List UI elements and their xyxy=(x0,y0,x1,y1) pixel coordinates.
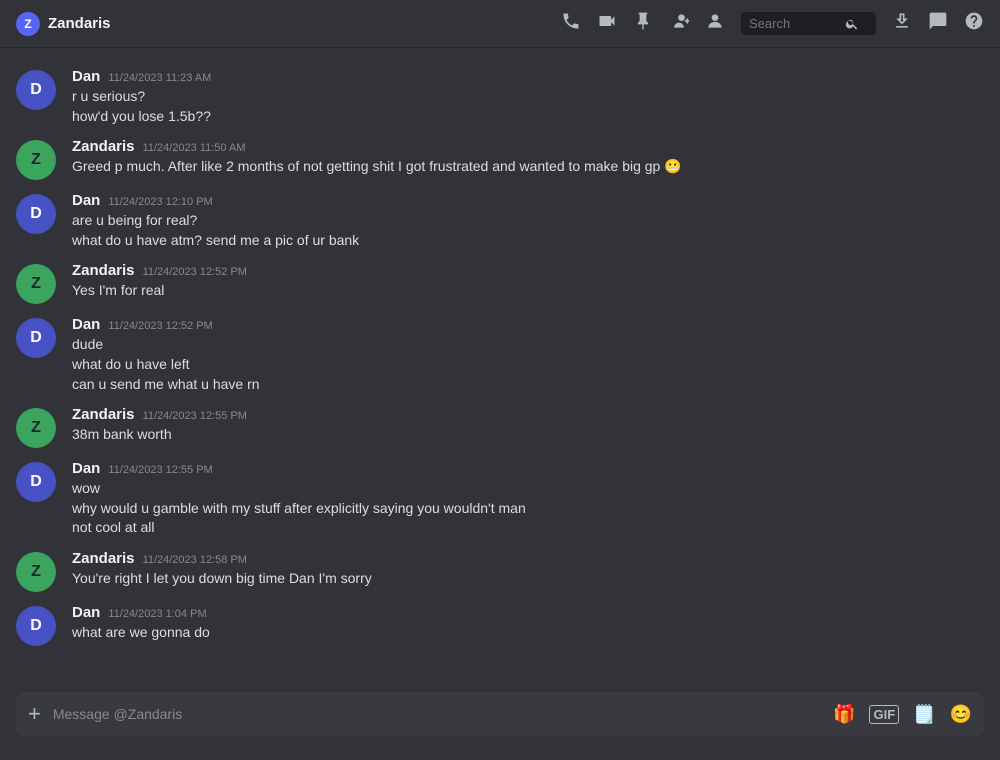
add-attachment-button[interactable]: + xyxy=(28,703,41,725)
message-header: Dan 11/24/2023 12:55 PM xyxy=(72,460,984,477)
avatar: Z xyxy=(16,552,56,592)
message-text: are u being for real? xyxy=(72,211,984,231)
input-action-icons: 🎁 GIF 🗒️ 😊 xyxy=(833,704,972,725)
message-group: Z Zandaris 11/24/2023 11:50 AM Greed p much… xyxy=(0,134,1000,184)
author-name: Dan xyxy=(72,460,100,477)
message-group: Z Zandaris 11/24/2023 12:58 PM You're right… xyxy=(0,546,1000,596)
gift-icon[interactable]: 🎁 xyxy=(833,704,855,725)
gif-icon[interactable]: GIF xyxy=(869,705,899,724)
message-content: Dan 11/24/2023 12:52 PM dudewhat do u have… xyxy=(72,316,984,394)
message-text: not cool at all xyxy=(72,518,984,538)
pin-icon[interactable] xyxy=(633,11,653,36)
message-group: D Dan 11/24/2023 11:23 AM r u serious?how'd… xyxy=(0,64,1000,130)
author-name: Dan xyxy=(72,68,100,85)
channel-name: Zandaris xyxy=(48,15,111,32)
message-text: what do u have atm? send me a pic of ur … xyxy=(72,231,984,251)
message-timestamp: 11/24/2023 12:58 PM xyxy=(143,554,247,566)
message-header: Dan 11/24/2023 1:04 PM xyxy=(72,604,984,621)
message-timestamp: 11/24/2023 12:52 PM xyxy=(143,266,247,278)
message-content: Zandaris 11/24/2023 11:50 AM Greed p much.… xyxy=(72,138,984,180)
profile-icon[interactable] xyxy=(705,11,725,36)
avatar: D xyxy=(16,462,56,502)
message-group: D Dan 11/24/2023 12:55 PM wowwhy would u ga… xyxy=(0,456,1000,542)
avatar: D xyxy=(16,318,56,358)
author-name: Zandaris xyxy=(72,262,135,279)
sticker-icon[interactable]: 🗒️ xyxy=(913,704,935,725)
message-content: Zandaris 11/24/2023 12:58 PM You're right … xyxy=(72,550,984,592)
message-content: Dan 11/24/2023 12:10 PM are u being for re… xyxy=(72,192,984,250)
message-timestamp: 11/24/2023 1:04 PM xyxy=(108,608,206,620)
message-text: r u serious? xyxy=(72,87,984,107)
message-text: what are we gonna do xyxy=(72,623,984,643)
video-icon[interactable] xyxy=(597,11,617,36)
messages-area: D Dan 11/24/2023 11:23 AM r u serious?how'd… xyxy=(0,48,1000,692)
search-box[interactable] xyxy=(741,12,876,35)
avatar: D xyxy=(16,194,56,234)
author-name: Zandaris xyxy=(72,138,135,155)
message-input-box: + 🎁 GIF 🗒️ 😊 xyxy=(16,692,984,736)
message-timestamp: 11/24/2023 12:52 PM xyxy=(108,320,212,332)
message-header: Dan 11/24/2023 12:52 PM xyxy=(72,316,984,333)
message-header: Zandaris 11/24/2023 12:58 PM xyxy=(72,550,984,567)
message-header: Zandaris 11/24/2023 11:50 AM xyxy=(72,138,984,155)
message-text: You're right I let you down big time Dan… xyxy=(72,569,984,589)
author-name: Zandaris xyxy=(72,406,135,423)
message-group: D Dan 11/24/2023 12:52 PM dudewhat do u hav… xyxy=(0,312,1000,398)
avatar: D xyxy=(16,70,56,110)
avatar: D xyxy=(16,606,56,646)
call-icon[interactable] xyxy=(561,11,581,36)
message-group: Z Zandaris 11/24/2023 12:55 PM 38m bank wor… xyxy=(0,402,1000,452)
message-header: Zandaris 11/24/2023 12:55 PM xyxy=(72,406,984,423)
message-timestamp: 11/24/2023 12:55 PM xyxy=(143,410,247,422)
message-text: Yes I'm for real xyxy=(72,281,984,301)
message-content: Dan 11/24/2023 1:04 PM what are we gonna d… xyxy=(72,604,984,646)
message-timestamp: 11/24/2023 12:55 PM xyxy=(108,464,212,476)
help-icon[interactable] xyxy=(964,11,984,36)
add-friend-icon[interactable] xyxy=(669,11,689,36)
avatar: Z xyxy=(16,408,56,448)
message-text: what do u have left xyxy=(72,355,984,375)
message-text: 38m bank worth xyxy=(72,425,984,445)
message-input[interactable] xyxy=(53,706,821,722)
download-icon[interactable] xyxy=(892,11,912,36)
avatar: Z xyxy=(16,264,56,304)
message-group: D Dan 11/24/2023 1:04 PM what are we gonna … xyxy=(0,600,1000,650)
message-content: Dan 11/24/2023 11:23 AM r u serious?how'd … xyxy=(72,68,984,126)
input-area: + 🎁 GIF 🗒️ 😊 xyxy=(0,692,1000,760)
avatar: Z xyxy=(16,140,56,180)
message-content: Zandaris 11/24/2023 12:52 PM Yes I'm for r… xyxy=(72,262,984,304)
header-icons xyxy=(561,11,984,36)
channel-header: Z Zandaris xyxy=(0,0,1000,48)
message-text: why would u gamble with my stuff after e… xyxy=(72,499,984,519)
message-timestamp: 11/24/2023 11:23 AM xyxy=(108,72,211,84)
author-name: Dan xyxy=(72,192,100,209)
message-timestamp: 11/24/2023 11:50 AM xyxy=(143,142,246,154)
message-text: wow xyxy=(72,479,984,499)
message-group: D Dan 11/24/2023 12:10 PM are u being for r… xyxy=(0,188,1000,254)
author-name: Zandaris xyxy=(72,550,135,567)
message-text: how'd you lose 1.5b?? xyxy=(72,107,984,127)
search-input[interactable] xyxy=(749,16,839,31)
message-text: dude xyxy=(72,335,984,355)
author-name: Dan xyxy=(72,604,100,621)
message-header: Dan 11/24/2023 12:10 PM xyxy=(72,192,984,209)
message-header: Zandaris 11/24/2023 12:52 PM xyxy=(72,262,984,279)
author-name: Dan xyxy=(72,316,100,333)
message-content: Zandaris 11/24/2023 12:55 PM 38m bank wort… xyxy=(72,406,984,448)
dm-icon[interactable] xyxy=(928,11,948,36)
message-group: Z Zandaris 11/24/2023 12:52 PM Yes I'm for … xyxy=(0,258,1000,308)
channel-avatar: Z xyxy=(16,12,40,36)
message-content: Dan 11/24/2023 12:55 PM wowwhy would u gam… xyxy=(72,460,984,538)
message-text: Greed p much. After like 2 months of not… xyxy=(72,157,984,177)
emoji-icon[interactable]: 😊 xyxy=(950,704,972,725)
message-header: Dan 11/24/2023 11:23 AM xyxy=(72,68,984,85)
message-timestamp: 11/24/2023 12:10 PM xyxy=(108,196,212,208)
message-text: can u send me what u have rn xyxy=(72,375,984,395)
